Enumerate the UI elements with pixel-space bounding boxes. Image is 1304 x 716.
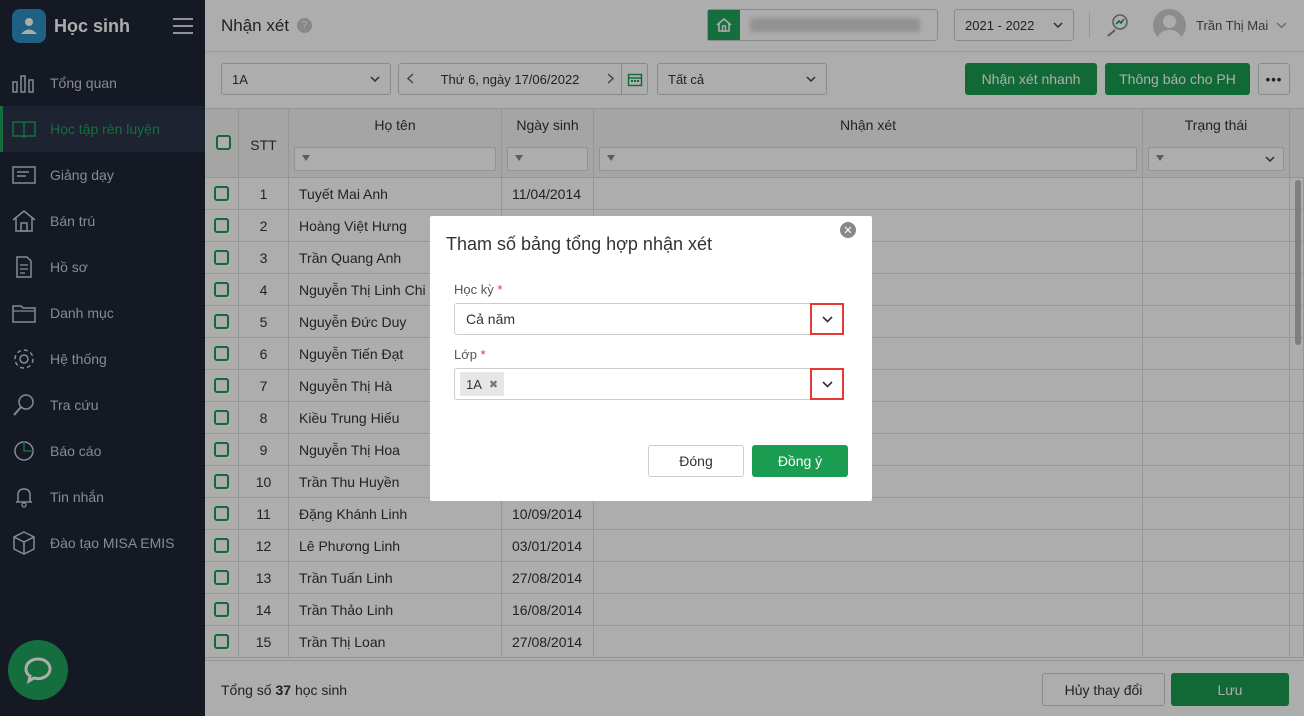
chevron-down-icon — [821, 380, 833, 388]
semester-select[interactable]: Cả năm — [454, 303, 844, 335]
class-tag-label: 1A — [466, 376, 482, 392]
dialog-ok-button[interactable]: Đồng ý — [752, 445, 848, 477]
dialog-title: Tham số bảng tổng hợp nhận xét — [446, 234, 712, 254]
class-multiselect[interactable]: 1A ✖ — [454, 368, 844, 400]
class-tag: 1A ✖ — [460, 372, 505, 396]
semester-label: Học kỳ * — [454, 282, 502, 297]
summary-params-dialog: Tham số bảng tổng hợp nhận xét ✕ Học kỳ … — [430, 216, 872, 501]
class-label-text: Lớp — [454, 347, 477, 362]
semester-label-text: Học kỳ — [454, 282, 494, 297]
semester-dropdown-button[interactable] — [810, 303, 844, 335]
required-mark: * — [497, 282, 503, 297]
class-label: Lớp * — [454, 347, 486, 362]
class-dropdown-button[interactable] — [810, 368, 844, 400]
semester-value: Cả năm — [466, 311, 516, 327]
close-icon[interactable]: ✕ — [840, 222, 856, 238]
dialog-close-button[interactable]: Đóng — [648, 445, 744, 477]
chevron-down-icon — [821, 315, 833, 323]
required-mark: * — [480, 347, 486, 362]
remove-tag-icon[interactable]: ✖ — [489, 378, 498, 391]
